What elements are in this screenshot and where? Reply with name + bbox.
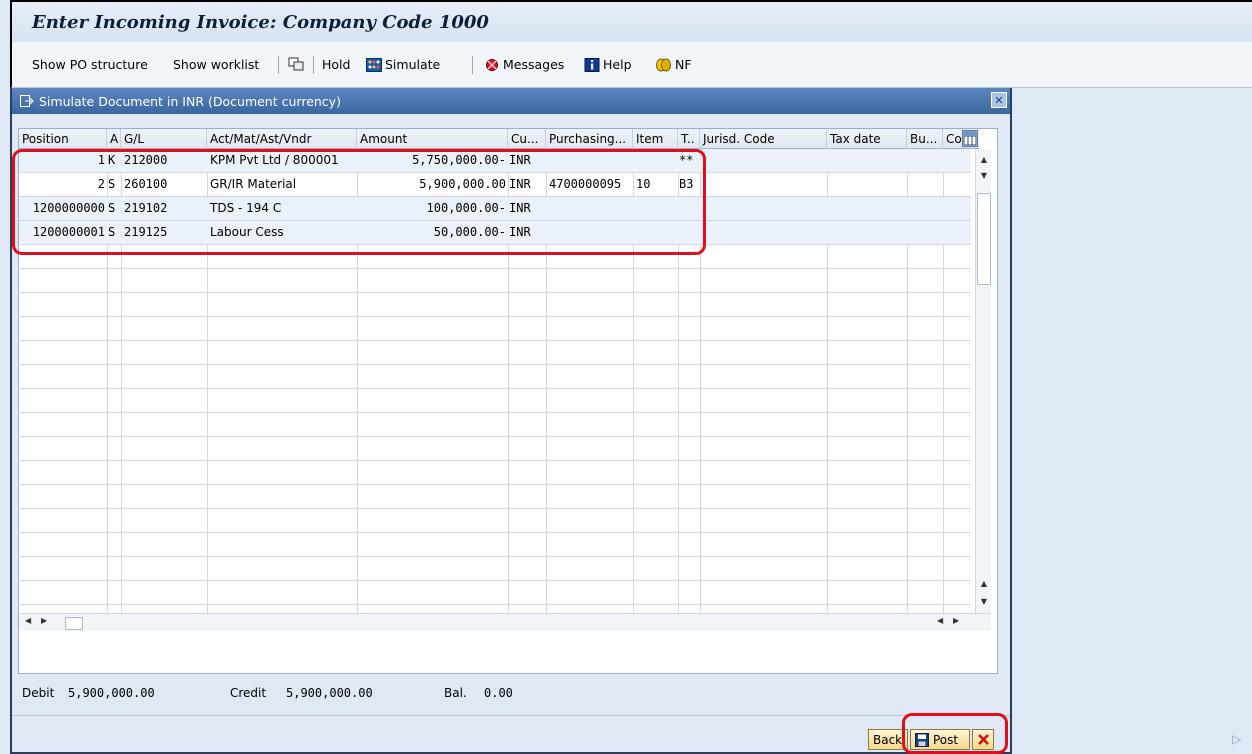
scroll-thumb[interactable]: [977, 193, 991, 285]
balance-value: 0.00: [484, 686, 513, 700]
credit-value: 5,900,000.00: [286, 686, 373, 700]
window-title: Enter Incoming Invoice: Company Code 100…: [32, 12, 489, 33]
scroll-up-icon[interactable]: ▲: [976, 577, 992, 591]
credit-label: Credit: [230, 686, 267, 700]
scroll-up-icon[interactable]: ▲: [976, 153, 992, 167]
scroll-right-icon[interactable]: ▶: [953, 616, 959, 625]
horizontal-scroll-thumb[interactable]: [65, 617, 83, 630]
scroll-left-icon[interactable]: ◀: [25, 616, 31, 625]
debit-value: 5,900,000.00: [68, 686, 155, 700]
horizontal-scrollbar[interactable]: ◀ ▶ ◀ ▶: [19, 613, 991, 631]
col-header-currency[interactable]: Cu...: [508, 129, 546, 149]
col-header-tax-date[interactable]: Tax date: [827, 129, 907, 149]
messages-button[interactable]: Messages: [484, 57, 564, 72]
show-worklist-button[interactable]: Show worklist: [173, 57, 259, 72]
column-settings-button[interactable]: [962, 130, 978, 147]
balance-label: Bal.: [444, 686, 467, 700]
footer-divider: [12, 715, 1010, 716]
scroll-down-icon[interactable]: ▼: [976, 169, 992, 183]
hold-button[interactable]: Hold: [322, 57, 350, 72]
totals-bar: Debit 5,900,000.00 Credit 5,900,000.00 B…: [22, 686, 513, 700]
post-button-highlight: [902, 713, 1008, 754]
line-items-highlight: [12, 149, 706, 255]
simulate-icon: [366, 57, 382, 72]
col-header-jurisd-code[interactable]: Jurisd. Code: [700, 129, 827, 149]
col-header-bu[interactable]: Bu...: [907, 129, 943, 149]
col-header-position[interactable]: Position: [19, 129, 107, 149]
simulate-button[interactable]: Simulate: [366, 57, 440, 72]
col-header-amount[interactable]: Amount: [357, 129, 508, 149]
dialog-title: Simulate Document in INR (Document curre…: [39, 93, 341, 109]
table-settings-icon: [963, 131, 977, 146]
col-header-item[interactable]: Item: [633, 129, 678, 149]
dialog-close-button[interactable]: ✕: [991, 92, 1007, 108]
toggle-screen-icon: [288, 57, 304, 71]
nf-button[interactable]: NF: [656, 57, 692, 72]
dialog-window-icon: [20, 95, 34, 107]
toolbar-separator: [313, 56, 314, 74]
close-icon: ✕: [994, 93, 1004, 107]
table-header: Position A G/L Act/Mat/Ast/Vndr Amount C…: [19, 129, 979, 149]
help-button[interactable]: Help: [584, 57, 632, 72]
scroll-left-icon[interactable]: ◀: [937, 616, 943, 625]
col-header-a[interactable]: A: [107, 129, 121, 149]
dialog-title-bar: Simulate Document in INR (Document curre…: [12, 88, 1010, 114]
col-header-purchasing[interactable]: Purchasing...: [546, 129, 633, 149]
col-header-account[interactable]: Act/Mat/Ast/Vndr: [207, 129, 357, 149]
nf-coins-icon: [656, 58, 671, 71]
expand-arrow-icon[interactable]: ▷: [1232, 732, 1241, 746]
window-title-bar: Enter Incoming Invoice: Company Code 100…: [10, 0, 1252, 42]
help-icon: [584, 57, 600, 72]
col-header-tax[interactable]: T..: [678, 129, 700, 149]
toolbar-separator: [472, 56, 473, 74]
application-toolbar: Show PO structure Show worklist Hold Sim…: [10, 42, 1252, 88]
scroll-right-icon[interactable]: ▶: [41, 616, 47, 625]
show-po-structure-button[interactable]: Show PO structure: [32, 57, 148, 72]
vertical-scrollbar[interactable]: ▲ ▼ ▲ ▼: [975, 149, 991, 613]
expand-toggle-button[interactable]: [288, 57, 304, 71]
right-side-panel: ▷: [1012, 88, 1252, 754]
scroll-down-icon[interactable]: ▼: [976, 595, 992, 609]
messages-icon: [486, 58, 498, 71]
col-header-gl[interactable]: G/L: [121, 129, 207, 149]
debit-label: Debit: [22, 686, 55, 700]
toolbar-separator: [278, 56, 279, 74]
col-header-co[interactable]: Co: [943, 129, 963, 149]
